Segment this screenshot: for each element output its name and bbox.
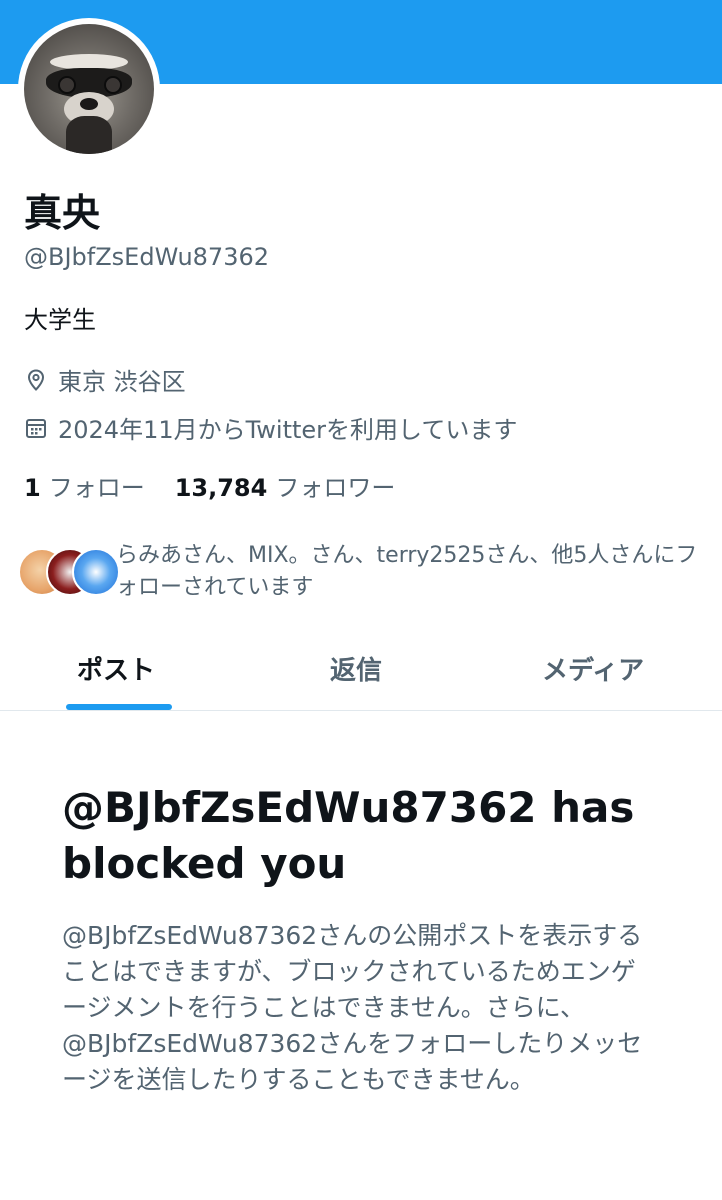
following-link[interactable]: 1 フォロー xyxy=(24,468,145,503)
profile-bio: 大学生 xyxy=(24,306,96,334)
raccoon-avatar-image xyxy=(24,24,154,154)
tab-posts[interactable]: ポスト xyxy=(77,650,155,687)
profile-avatar[interactable] xyxy=(18,18,160,160)
following-count: 1 xyxy=(24,474,41,502)
profile-location: 東京 渋谷区 xyxy=(24,362,186,397)
location-pin-icon xyxy=(27,368,45,391)
follower-avatar xyxy=(72,548,120,596)
tab-media[interactable]: メディア xyxy=(542,650,644,687)
blocked-body: @BJbfZsEdWu87362さんの公開ポストを表示することはできますが、ブロ… xyxy=(62,921,643,1094)
followers-link[interactable]: 13,784 フォロワー xyxy=(175,468,396,503)
calendar-icon xyxy=(26,418,46,438)
following-label: フォロー xyxy=(48,474,145,502)
location-text: 東京 渋谷区 xyxy=(58,368,186,396)
followers-label: フォロワー xyxy=(275,474,396,502)
blocked-title: @BJbfZsEdWu87362 has blocked you xyxy=(62,783,635,888)
joined-text: 2024年11月からTwitterを利用しています xyxy=(58,416,518,444)
followers-count: 13,784 xyxy=(174,474,268,502)
follow-stats: 1 フォロー 13,784 フォロワー xyxy=(24,468,395,503)
profile-tabs: ポスト 返信 メディア xyxy=(0,630,722,711)
profile-joined: 2024年11月からTwitterを利用しています xyxy=(24,410,517,445)
followed-by-text: らみあさん、MIX。さん、terry2525さん、他5人さんにフォローされていま… xyxy=(116,543,698,600)
profile-handle: @BJbfZsEdWu87362 xyxy=(24,243,270,271)
followed-by-section[interactable]: らみあさん、MIX。さん、terry2525さん、他5人さんにフォローされていま… xyxy=(18,540,708,610)
profile-name: 真央 xyxy=(24,191,101,235)
tab-replies[interactable]: 返信 xyxy=(330,650,382,687)
active-tab-indicator xyxy=(66,704,172,710)
